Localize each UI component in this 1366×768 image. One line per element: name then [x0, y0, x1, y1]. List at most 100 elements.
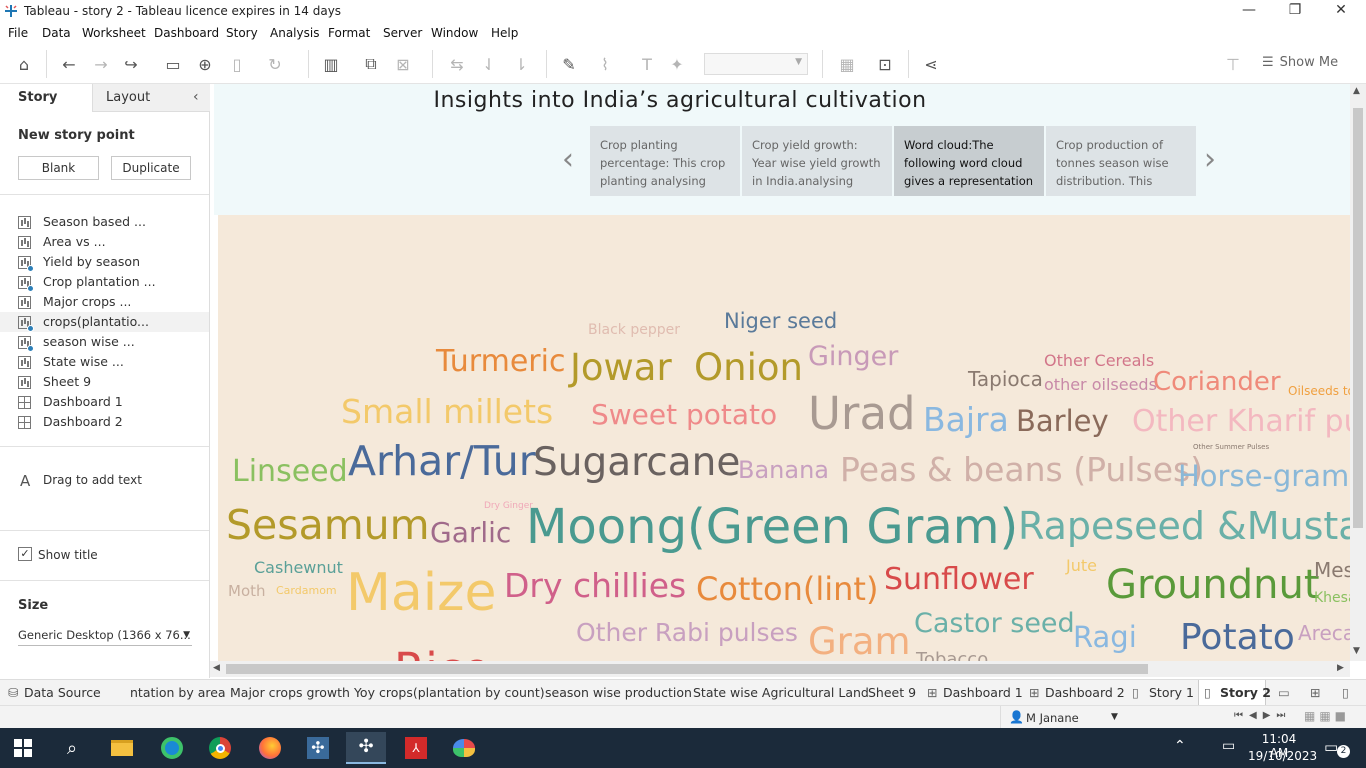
swap-icon[interactable]: ⇆ [444, 52, 470, 76]
group-icon[interactable]: ⌇ [592, 52, 618, 76]
notifications-icon[interactable]: ▭ [1324, 738, 1338, 756]
new-dashboard-icon[interactable]: ⊞ [1310, 685, 1320, 700]
sort-descending-icon[interactable]: ⇂ [508, 52, 534, 76]
new-data-source-icon[interactable]: ⊕ [192, 52, 218, 76]
tableau-active-taskbar-icon[interactable]: ✣ [346, 732, 386, 764]
sheet-list-item[interactable]: crops(plantatio... [0, 312, 209, 332]
word-cloud-word[interactable]: Cashewnut [254, 560, 343, 576]
word-cloud-word[interactable]: Barley [1016, 407, 1109, 436]
sheet-list-item[interactable]: Yield by season [18, 252, 208, 272]
show-title-checkbox[interactable]: ✓ [18, 547, 32, 561]
paste-icon[interactable]: ▯ [224, 52, 250, 76]
word-cloud-word[interactable]: Groundnut [1106, 565, 1320, 605]
word-cloud-word[interactable]: Oilseeds total [1288, 385, 1350, 397]
sheet-list-item[interactable]: Crop plantation ... [18, 272, 208, 292]
tab-dashboard[interactable]: Dashboard 2 [1045, 685, 1125, 700]
sheet-list-item[interactable]: State wise ... [18, 352, 208, 372]
sort-ascending-icon[interactable]: ⇃ [476, 52, 502, 76]
windows-start-icon[interactable] [3, 732, 43, 764]
menu-analysis[interactable]: Analysis [270, 26, 319, 40]
menu-window[interactable]: Window [431, 26, 478, 40]
new-worksheet-icon[interactable]: ▭ [1278, 685, 1290, 700]
word-cloud-word[interactable]: Tobacco [916, 651, 988, 662]
sheet-list-item[interactable]: Dashboard 2 [18, 412, 208, 432]
scroll-up-icon[interactable]: ▲ [1353, 86, 1360, 96]
menu-worksheet[interactable]: Worksheet [82, 26, 146, 40]
chrome-icon[interactable] [200, 732, 240, 764]
replay-icon[interactable]: ↪ [118, 52, 144, 76]
show-hidden-icons-icon[interactable]: ⌃ [1174, 738, 1186, 754]
firefox-icon[interactable] [250, 732, 290, 764]
scrollbar-thumb[interactable] [226, 664, 1148, 674]
word-cloud-word[interactable]: Horse-gram [1178, 462, 1349, 491]
duplicate-sheet-icon[interactable]: ⧉ [358, 52, 384, 76]
view-toggle-icon[interactable]: ▦▦■ [1304, 709, 1350, 723]
scrollbar-thumb[interactable] [1353, 108, 1363, 528]
word-cloud-word[interactable]: Mesta [1314, 560, 1350, 580]
new-worksheet-icon[interactable]: ▥ [318, 52, 344, 76]
word-cloud-word[interactable]: Bajra [923, 403, 1009, 436]
restore-icon[interactable]: ❐ [1280, 2, 1310, 18]
word-cloud-word[interactable]: Moth [228, 584, 266, 599]
menu-server[interactable]: Server [383, 26, 422, 40]
clear-sheet-icon[interactable]: ⊠ [390, 52, 416, 76]
size-dropdown[interactable]: Generic Desktop (1366 x 76... ▼ [18, 628, 192, 646]
highlight-icon[interactable]: ✎ [556, 52, 582, 76]
word-cloud-word[interactable]: Onion [694, 349, 803, 386]
horizontal-scrollbar[interactable]: ◀ ▶ [210, 661, 1350, 677]
close-icon[interactable]: ✕ [1326, 2, 1356, 18]
network-icon[interactable]: ▭ [1222, 738, 1235, 754]
word-cloud-word[interactable]: Peas & beans (Pulses) [840, 453, 1203, 486]
tableau-taskbar-icon[interactable]: ✣ [298, 732, 338, 764]
tab-data-source[interactable]: Data Source [24, 685, 101, 700]
pin-icon[interactable]: ✦ [664, 52, 690, 76]
word-cloud-word[interactable]: Small millets [341, 395, 553, 428]
next-story-point-icon[interactable]: › [1204, 142, 1216, 177]
tab-sheet[interactable]: ntation by area [130, 685, 226, 700]
sheet-list-item[interactable]: Sheet 9 [18, 372, 208, 392]
word-cloud-word[interactable]: Khesari [1314, 591, 1350, 605]
menu-data[interactable]: Data [42, 26, 71, 40]
word-cloud-word[interactable]: Arhar/Tur [348, 441, 536, 482]
word-cloud-word[interactable]: Jowar [570, 349, 672, 386]
search-icon[interactable]: ⌕ [52, 732, 92, 764]
previous-story-point-icon[interactable]: ‹ [562, 142, 574, 177]
word-cloud-word[interactable]: Niger seed [724, 311, 837, 332]
paint-icon[interactable] [444, 732, 484, 764]
word-cloud-word[interactable]: Maize [346, 567, 496, 619]
word-cloud-word[interactable]: Black pepper [588, 323, 680, 337]
menu-dashboard[interactable]: Dashboard [154, 26, 219, 40]
pdf-reader-icon[interactable]: ⅄ [396, 732, 436, 764]
word-cloud-word[interactable]: Rice [394, 647, 490, 661]
word-cloud-word[interactable]: Jute [1066, 558, 1097, 574]
word-cloud-word[interactable]: Ragi [1073, 623, 1137, 652]
edge-icon[interactable] [152, 732, 192, 764]
story-point-selected[interactable]: Word cloud:The following word cloud give… [894, 126, 1044, 196]
sheet-list-item[interactable]: Season based ... [18, 212, 208, 232]
word-cloud-word[interactable]: Urad [808, 391, 916, 436]
menu-help[interactable]: Help [491, 26, 518, 40]
tab-sheet[interactable]: Major crops growth Yoy [230, 685, 375, 700]
tab-sheet[interactable]: Sheet 9 [868, 685, 916, 700]
sheet-list-item[interactable]: Area vs ... [18, 232, 208, 252]
tab-sheet[interactable]: State wise Agricultural Land [693, 685, 869, 700]
blank-button[interactable]: Blank [18, 156, 99, 180]
story-point[interactable]: Crop planting percentage: This crop plan… [590, 126, 740, 196]
new-story-icon[interactable]: ▯ [1342, 685, 1349, 700]
redo-icon[interactable]: → [88, 52, 114, 76]
word-cloud-word[interactable]: Tapioca [968, 369, 1043, 389]
word-cloud-word[interactable]: Cotton(lint) [696, 573, 878, 605]
drag-to-add-text[interactable]: Drag to add text [43, 473, 142, 487]
sheet-list-item[interactable]: Dashboard 1 [18, 392, 208, 412]
word-cloud-word[interactable]: Moong(Green Gram) [526, 503, 1018, 551]
word-cloud-word[interactable]: other oilseeds [1044, 377, 1157, 393]
scroll-down-icon[interactable]: ▼ [1353, 646, 1360, 656]
tab-story[interactable]: Story 1 [1149, 685, 1194, 700]
refresh-icon[interactable]: ↻ [262, 52, 288, 76]
menu-story[interactable]: Story [226, 26, 258, 40]
presentation-mode-icon[interactable]: ⊡ [872, 52, 898, 76]
clock-date[interactable]: 19/10/2023 [1248, 749, 1317, 763]
word-cloud-word[interactable]: Sesamum [226, 505, 430, 546]
vertical-scrollbar[interactable]: ▲ ▼ [1350, 84, 1366, 661]
home-icon[interactable]: ⌂ [11, 52, 37, 76]
